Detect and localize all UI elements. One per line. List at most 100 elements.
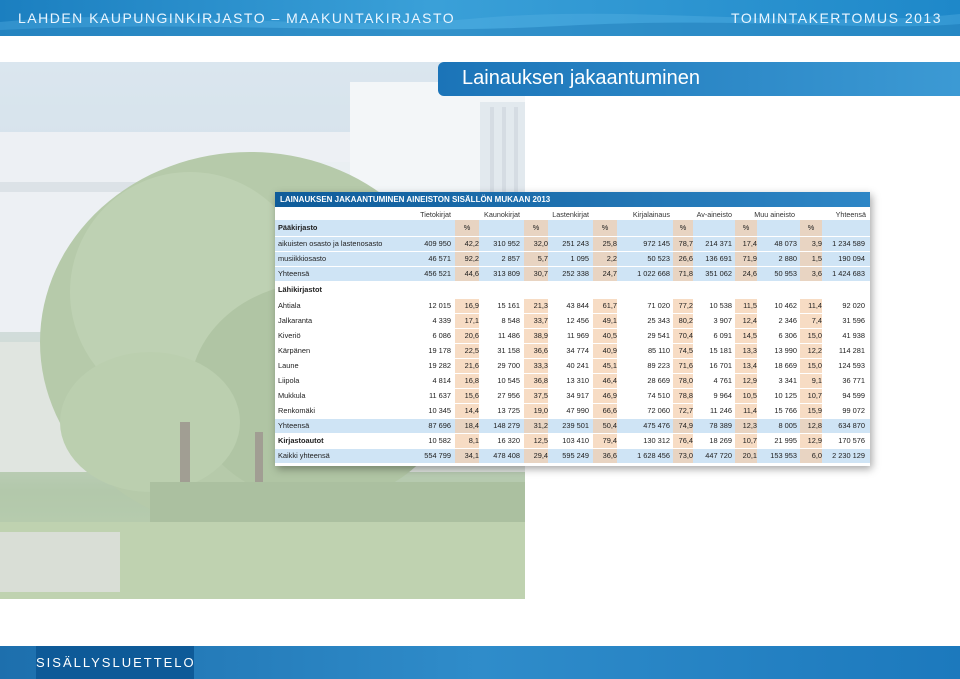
table-row: aikuisten osasto ja lastenosasto 409 950 4… bbox=[275, 237, 870, 252]
value-cell: 78 389 bbox=[709, 421, 732, 430]
section-label: Pääkirjasto bbox=[278, 223, 318, 232]
percent-cell: 71,8 bbox=[673, 267, 693, 281]
percent-cell: 36,6 bbox=[524, 344, 548, 358]
row-label: Jalkaranta bbox=[278, 316, 313, 325]
percent-cell: 42,2 bbox=[455, 237, 479, 251]
value-cell: 1 234 589 bbox=[832, 239, 865, 248]
value-cell: 15 181 bbox=[709, 346, 732, 355]
value-cell: 252 338 bbox=[562, 269, 589, 278]
value-cell: 4 339 bbox=[432, 316, 452, 325]
value-cell: 153 953 bbox=[770, 451, 797, 460]
value-cell: 21 995 bbox=[774, 436, 797, 445]
value-cell: 313 809 bbox=[493, 269, 520, 278]
value-cell: 1 628 456 bbox=[637, 451, 670, 460]
percent-column-header: % bbox=[673, 220, 693, 236]
percent-cell: 78,8 bbox=[673, 389, 693, 403]
percent-cell: 16,8 bbox=[455, 374, 479, 388]
column-group-header: Lastenkirjat bbox=[552, 210, 589, 219]
row-label: Laune bbox=[278, 361, 299, 370]
percent-cell: 37,5 bbox=[524, 389, 548, 403]
percent-cell: 20,6 bbox=[455, 329, 479, 343]
value-cell: 103 410 bbox=[562, 436, 589, 445]
table-column-groups: Tietokirjat Kaunokirjat Lastenkirjat Kirjal… bbox=[275, 207, 870, 220]
row-label: Liipola bbox=[278, 376, 300, 385]
value-cell: 46 571 bbox=[428, 254, 451, 263]
value-cell: 87 696 bbox=[428, 421, 451, 430]
value-cell: 89 223 bbox=[647, 361, 670, 370]
value-cell: 554 799 bbox=[424, 451, 451, 460]
row-label: Kirjastoautot bbox=[278, 436, 324, 445]
row-label: Yhteensä bbox=[278, 269, 310, 278]
header-organization: LAHDEN KAUPUNGINKIRJASTO – MAAKUNTAKIRJA… bbox=[18, 10, 456, 26]
value-cell: 92 020 bbox=[842, 301, 865, 310]
value-cell: 972 145 bbox=[643, 239, 670, 248]
value-cell: 6 086 bbox=[432, 331, 452, 340]
percent-cell: 18,4 bbox=[455, 419, 479, 433]
value-cell: 85 110 bbox=[647, 346, 670, 355]
value-cell: 475 476 bbox=[643, 421, 670, 430]
value-cell: 11 969 bbox=[566, 331, 589, 340]
value-cell: 18 269 bbox=[709, 436, 732, 445]
percent-cell: 24,6 bbox=[735, 267, 757, 281]
row-label: Renkomäki bbox=[278, 406, 315, 415]
row-label: Yhteensä bbox=[278, 421, 310, 430]
value-cell: 2 230 129 bbox=[832, 451, 865, 460]
table-of-contents-button[interactable]: SISÄLLYSLUETTELO bbox=[36, 646, 194, 679]
row-label: Mukkula bbox=[278, 391, 306, 400]
percent-cell: 73,0 bbox=[673, 449, 693, 463]
percent-cell: 36,6 bbox=[593, 449, 617, 463]
value-cell: 3 907 bbox=[713, 316, 733, 325]
value-cell: 19 282 bbox=[428, 361, 451, 370]
percent-cell: 13,3 bbox=[735, 344, 757, 358]
percent-cell: 74,9 bbox=[673, 419, 693, 433]
percent-cell: 33,3 bbox=[524, 359, 548, 373]
percent-cell: 40,5 bbox=[593, 329, 617, 343]
percent-cell: 29,4 bbox=[524, 449, 548, 463]
value-cell: 124 593 bbox=[838, 361, 865, 370]
table-row: Kirjastoautot 10 582 8,1 16 320 12,5 103 410 7… bbox=[275, 434, 870, 449]
table-row: Renkomäki 10 345 14,4 13 725 19,0 47 990 66,6 7… bbox=[275, 404, 870, 419]
value-cell: 11 246 bbox=[709, 406, 732, 415]
percent-cell: 80,2 bbox=[673, 314, 693, 328]
percent-cell: 15,9 bbox=[800, 404, 822, 418]
percent-cell: 24,7 bbox=[593, 267, 617, 281]
value-cell: 11 486 bbox=[497, 331, 520, 340]
percent-cell: 78,0 bbox=[673, 374, 693, 388]
percent-cell: 78,7 bbox=[673, 237, 693, 251]
table-row: Kaikki yhteensä 554 799 34,1 478 408 29,4 595… bbox=[275, 449, 870, 464]
value-cell: 13 310 bbox=[566, 376, 589, 385]
value-cell: 29 700 bbox=[497, 361, 520, 370]
value-cell: 27 956 bbox=[497, 391, 520, 400]
percent-cell: 16,9 bbox=[455, 299, 479, 313]
footer-bar: SISÄLLYSLUETTELO bbox=[0, 646, 960, 679]
percent-cell: 44,6 bbox=[455, 267, 479, 281]
value-cell: 34 917 bbox=[566, 391, 589, 400]
percent-cell: 31,2 bbox=[524, 419, 548, 433]
value-cell: 13 990 bbox=[774, 346, 797, 355]
value-cell: 478 408 bbox=[493, 451, 520, 460]
row-label: Kiveriö bbox=[278, 331, 301, 340]
percent-cell: 30,7 bbox=[524, 267, 548, 281]
percent-cell: 11,4 bbox=[800, 299, 822, 313]
value-cell: 50 523 bbox=[647, 254, 670, 263]
value-cell: 1 095 bbox=[570, 254, 590, 263]
percent-column-header: % bbox=[800, 220, 822, 236]
table-row: Ahtiala 12 015 16,9 15 161 21,3 43 844 61,7 71 … bbox=[275, 299, 870, 314]
percent-cell: 3,9 bbox=[800, 237, 822, 251]
value-cell: 10 538 bbox=[709, 301, 732, 310]
percent-cell: 66,6 bbox=[593, 404, 617, 418]
value-cell: 41 938 bbox=[842, 331, 865, 340]
table-row: musiikkiosasto 46 571 92,2 2 857 5,7 1 095 2,2… bbox=[275, 252, 870, 267]
row-label: aikuisten osasto ja lastenosasto bbox=[278, 239, 383, 248]
value-cell: 40 241 bbox=[566, 361, 589, 370]
value-cell: 15 766 bbox=[774, 406, 797, 415]
percent-cell: 77,2 bbox=[673, 299, 693, 313]
value-cell: 447 720 bbox=[705, 451, 732, 460]
percent-cell: 10,7 bbox=[800, 389, 822, 403]
value-cell: 456 521 bbox=[424, 269, 451, 278]
percent-cell: 15,6 bbox=[455, 389, 479, 403]
value-cell: 1 022 668 bbox=[637, 269, 670, 278]
percent-cell: 12,9 bbox=[800, 434, 822, 448]
percent-cell: 92,2 bbox=[455, 252, 479, 266]
percent-cell: 72,7 bbox=[673, 404, 693, 418]
